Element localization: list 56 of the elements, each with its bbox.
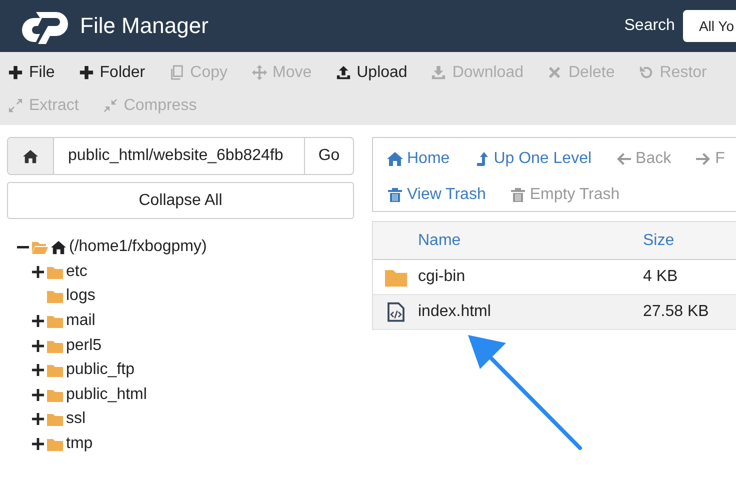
undo-icon bbox=[638, 65, 654, 80]
search-scope-select[interactable]: All Yo bbox=[682, 10, 736, 42]
folder-icon bbox=[47, 288, 63, 304]
plus-icon bbox=[78, 65, 94, 80]
nav-button[interactable]: View Trash bbox=[387, 177, 486, 213]
code-file-icon bbox=[386, 302, 406, 322]
copy-icon bbox=[169, 65, 184, 80]
folder-icon bbox=[47, 362, 63, 378]
file-size: 4 KB bbox=[643, 268, 679, 286]
home-icon bbox=[387, 151, 403, 167]
tree-item[interactable]: etc bbox=[66, 262, 88, 281]
expand-icon[interactable] bbox=[32, 340, 44, 352]
tree-item[interactable]: public_html bbox=[66, 386, 147, 404]
app-title: File Manager bbox=[80, 13, 208, 39]
nav-button[interactable]: Home bbox=[387, 141, 450, 177]
toolbar-button[interactable]: File bbox=[8, 56, 55, 89]
folder-icon bbox=[47, 313, 63, 330]
trash-icon bbox=[510, 187, 526, 203]
upload-icon bbox=[336, 65, 351, 80]
tree-item[interactable]: tmp bbox=[66, 435, 93, 454]
expand-arrows-icon bbox=[8, 98, 23, 113]
file-name: index.html bbox=[418, 303, 492, 321]
expand-icon[interactable] bbox=[32, 438, 44, 450]
left-arrow-icon bbox=[616, 151, 632, 167]
tree-item[interactable]: mail bbox=[66, 312, 96, 330]
right-arrow-icon bbox=[695, 151, 712, 167]
tree-item[interactable]: ssl bbox=[66, 410, 86, 428]
tree-item[interactable]: public_ftp bbox=[66, 361, 134, 380]
home-icon bbox=[51, 240, 66, 255]
open-folder-icon bbox=[32, 239, 48, 256]
file-name: cgi-bin bbox=[418, 268, 466, 286]
toolbar-button[interactable]: Upload bbox=[336, 56, 408, 89]
x-icon bbox=[547, 65, 562, 80]
search-label: Search bbox=[624, 17, 675, 35]
expand-icon[interactable] bbox=[32, 315, 44, 328]
folder-icon bbox=[47, 436, 63, 452]
nav-button[interactable]: Up One Level bbox=[474, 141, 592, 177]
expand-icon[interactable] bbox=[32, 364, 44, 376]
tree-item[interactable]: (/home1/fxbogpmy) bbox=[69, 238, 207, 256]
move-icon bbox=[252, 65, 266, 80]
collapse-all-button[interactable]: Collapse All bbox=[7, 182, 354, 219]
column-header[interactable]: Size bbox=[643, 232, 736, 250]
compress-arrows-icon bbox=[102, 98, 118, 113]
tree-item[interactable]: perl5 bbox=[66, 336, 102, 355]
download-icon bbox=[431, 65, 446, 80]
folder-icon bbox=[47, 411, 63, 428]
plus-icon bbox=[8, 65, 23, 80]
toolbar-button[interactable]: Folder bbox=[78, 56, 146, 89]
column-header[interactable]: Name bbox=[418, 232, 643, 250]
file-row[interactable]: index.html 27.58 KB bbox=[373, 295, 736, 330]
file-size: 27.58 KB bbox=[643, 303, 710, 321]
expand-icon[interactable] bbox=[32, 266, 44, 278]
trash-icon bbox=[387, 187, 403, 203]
tree-item[interactable]: logs bbox=[66, 287, 96, 306]
expand-icon[interactable] bbox=[32, 388, 44, 401]
expand-icon[interactable] bbox=[32, 413, 44, 426]
